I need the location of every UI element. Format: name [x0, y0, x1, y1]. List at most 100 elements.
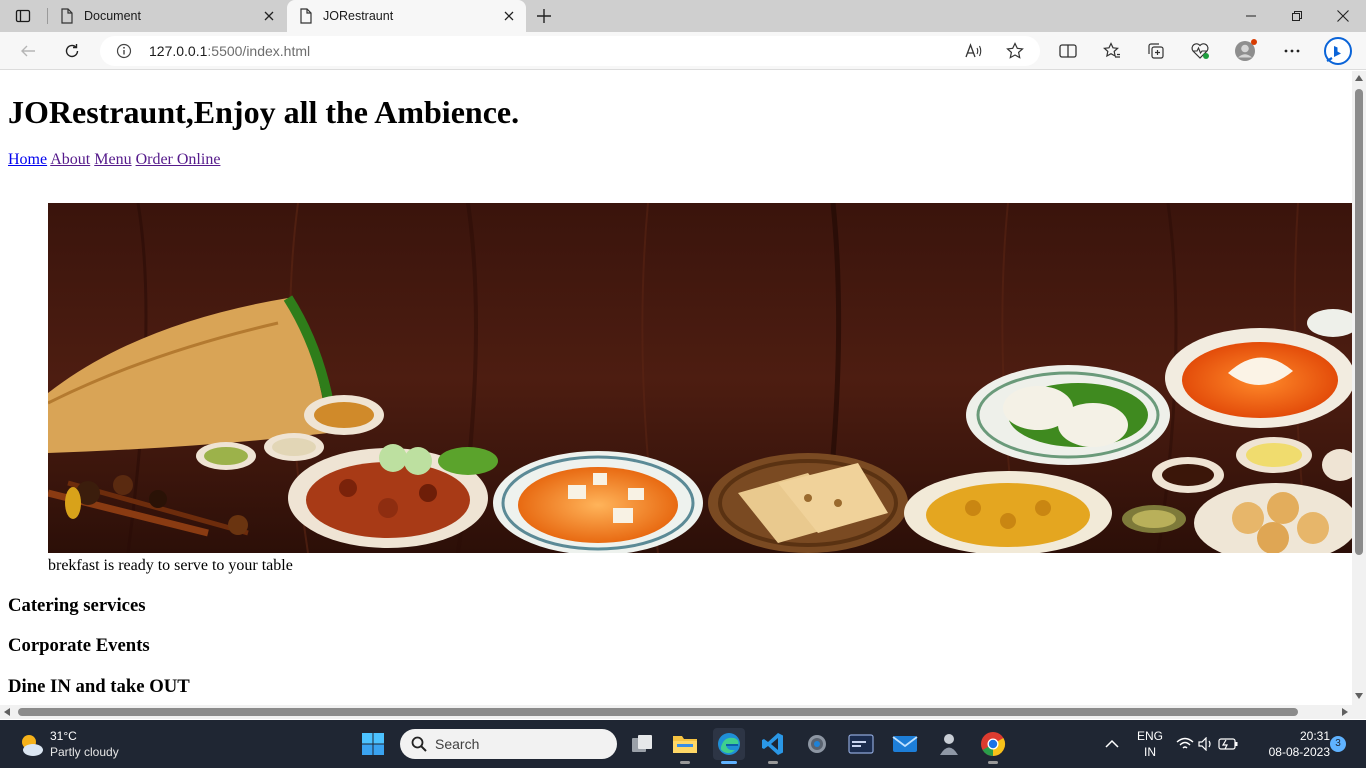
browser-toolbar: 127.0.0.1:5500/index.html [0, 32, 1366, 70]
collections-button[interactable] [1142, 37, 1170, 65]
nav-link-order-online[interactable]: Order Online [136, 151, 221, 168]
tab-actions-icon [15, 9, 31, 23]
tab-jorestraunt[interactable]: JORestraunt [287, 0, 526, 32]
split-screen-button[interactable] [1054, 37, 1082, 65]
file-explorer-button[interactable] [669, 728, 701, 764]
page-heading: JORestraunt,Enjoy all the Ambience. [8, 94, 520, 130]
service-heading: Dine IN and take OUT [8, 676, 190, 697]
task-view-button[interactable] [626, 728, 658, 760]
running-indicator [680, 761, 690, 764]
tab-document[interactable]: Document [48, 0, 286, 32]
page-icon [300, 8, 312, 24]
windows-logo-icon [362, 733, 384, 755]
read-aloud-icon [965, 43, 982, 58]
chrome-browser-button[interactable] [977, 728, 1009, 764]
minimize-button[interactable] [1228, 0, 1274, 32]
vertical-scroll-thumb[interactable] [1355, 89, 1363, 555]
input-language-indicator[interactable]: ENG IN [1134, 728, 1166, 760]
nav-link-about[interactable]: About [50, 151, 90, 168]
more-dots-icon [1284, 49, 1300, 53]
bing-icon [1324, 37, 1352, 65]
system-tray-quick-settings[interactable] [1172, 728, 1242, 760]
url-path: :5500/index.html [207, 43, 311, 59]
chevron-up-icon [1105, 739, 1119, 748]
running-indicator [768, 761, 778, 764]
nav-link-home[interactable]: Home [8, 151, 47, 168]
clock-date: 08-08-2023 [1268, 745, 1330, 759]
bing-chat-button[interactable] [1322, 35, 1354, 67]
settings-more-button[interactable] [1278, 37, 1306, 65]
address-bar[interactable]: 127.0.0.1:5500/index.html [100, 36, 1040, 66]
service-heading: Catering services [8, 595, 146, 616]
terminal-app-button[interactable] [845, 728, 877, 760]
weather-temperature: 31°C [50, 729, 77, 743]
running-indicator [988, 761, 998, 764]
close-window-button[interactable] [1320, 0, 1366, 32]
favorite-star-button[interactable] [1005, 41, 1025, 61]
gear-icon [808, 735, 826, 753]
settings-app-button[interactable] [801, 728, 833, 760]
vertical-scrollbar[interactable] [1352, 71, 1366, 705]
taskbar-search[interactable]: Search [400, 729, 617, 759]
url-host: 127.0.0.1 [149, 43, 208, 59]
restore-button[interactable] [1274, 0, 1320, 32]
star-icon [1006, 42, 1024, 59]
minimize-icon [1246, 15, 1256, 17]
heart-pulse-icon [1191, 43, 1209, 59]
main-nav: Home About Menu Order Online [8, 151, 220, 169]
folder-icon [673, 736, 697, 753]
edge-icon [718, 733, 740, 755]
tab-strip: Document JORestraunt [0, 0, 1366, 32]
mail-icon [892, 736, 918, 752]
edge-browser-button[interactable] [713, 728, 745, 764]
terminal-icon [848, 734, 874, 754]
running-indicator [721, 761, 737, 764]
split-screen-icon [1059, 44, 1077, 58]
scroll-down-icon[interactable] [1355, 693, 1363, 699]
taskbar-clock[interactable]: 20:31 08-08-2023 [1254, 728, 1330, 760]
hero-food-image [48, 203, 1352, 553]
tab-close-button[interactable] [260, 7, 278, 25]
tab-title: JORestraunt [323, 9, 394, 23]
person-icon [940, 734, 958, 755]
mail-app-button[interactable] [889, 728, 921, 760]
task-view-icon [632, 735, 652, 752]
refresh-icon [65, 44, 79, 58]
notification-badge[interactable]: 3 [1330, 736, 1346, 752]
weather-condition: Partly cloudy [50, 745, 119, 759]
info-icon[interactable] [116, 43, 132, 59]
favorites-button[interactable] [1098, 37, 1126, 65]
page-viewport: JORestraunt,Enjoy all the Ambience. Home… [0, 71, 1352, 705]
plus-icon [537, 9, 551, 23]
scroll-left-icon[interactable] [4, 708, 10, 716]
close-icon [504, 11, 514, 21]
avatar-icon [1235, 39, 1257, 61]
volume-icon [1198, 737, 1211, 751]
horizontal-scrollbar[interactable] [0, 705, 1366, 719]
tab-title: Document [84, 9, 141, 23]
people-app-button[interactable] [933, 728, 965, 760]
scroll-up-icon[interactable] [1355, 75, 1363, 81]
refresh-button[interactable] [58, 37, 86, 65]
url-text[interactable]: 127.0.0.1:5500/index.html [149, 43, 310, 59]
battery-icon [1218, 738, 1238, 750]
page-icon [61, 8, 73, 24]
favorites-icon [1103, 42, 1120, 58]
nav-link-menu[interactable]: Menu [94, 151, 131, 168]
vscode-button[interactable] [757, 728, 789, 764]
profile-button[interactable] [1232, 37, 1260, 65]
horizontal-scroll-thumb[interactable] [18, 708, 1298, 716]
collections-icon [1148, 43, 1164, 59]
browser-essentials-button[interactable] [1186, 37, 1214, 65]
start-button[interactable] [357, 728, 389, 760]
close-icon [1337, 10, 1349, 22]
tab-actions-button[interactable] [8, 4, 38, 28]
scroll-right-icon[interactable] [1342, 708, 1348, 716]
vscode-icon [762, 733, 783, 755]
tab-close-button[interactable] [500, 7, 518, 25]
read-aloud-button[interactable] [964, 41, 984, 61]
back-arrow-icon [21, 45, 35, 57]
back-button[interactable] [14, 37, 42, 65]
new-tab-button[interactable] [532, 4, 556, 28]
show-hidden-icons-button[interactable] [1096, 728, 1128, 760]
